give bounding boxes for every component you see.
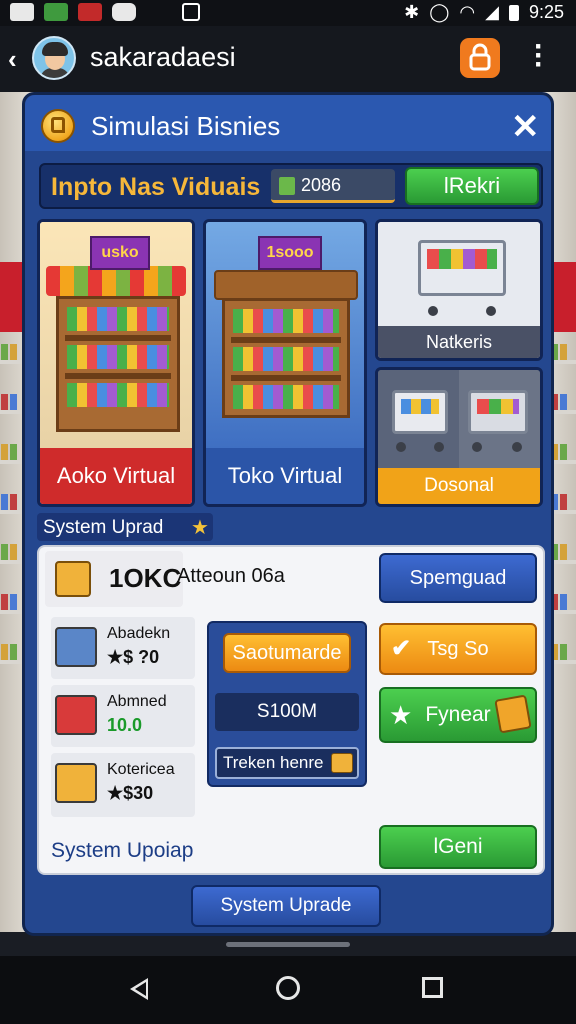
inventory-value: 1OKC [109,563,182,593]
item-name: Kotericea [107,761,175,778]
task-label: Tsg So [427,638,489,660]
item-name: Abmned [107,693,167,710]
list-item[interactable]: Abmned 10.0 [51,685,195,747]
inventory-desc: Atteoun 06a [177,565,285,587]
app-icon [78,3,102,21]
cart-image [378,222,540,328]
finance-button[interactable]: ★ Fynear [379,687,537,743]
check-icon: ✔ [391,635,412,662]
store-sign: 1sooo [258,236,322,270]
bluetooth-icon: ✱ [404,2,420,22]
personal-label: Dosonal [378,468,540,504]
revenue-value: S100M [215,693,359,731]
store-stall-image: 1sooo [206,222,364,448]
nav-home-icon[interactable] [276,976,300,1000]
system-tag-label: System Uprad [43,517,164,538]
markets-tile[interactable]: Natkeris [375,219,543,361]
box-icon [55,561,91,597]
list-item[interactable]: Abadekn ★$ ?0 [51,617,195,679]
carts-image [378,370,540,474]
store-tile-2[interactable]: 1sooo Toko Virtual [203,219,367,507]
inventory-summary: 1OKC [45,551,183,607]
business-sim-panel: Simulasi Bisnies ✕ Inpto Nas Viduais 208… [22,92,554,936]
box-icon [494,694,532,734]
info-strip: Inpto Nas Viduais 2086 lRekri [39,163,543,209]
upgrade-card: 1OKC Atteoun 06a Abadekn ★$ ?0 Abmned 10… [37,545,545,875]
status-bar: ✱ ◯ ◠ ◢ 9:25 [0,0,576,26]
system-update-label: System Upoiap [51,839,194,862]
signal-icon: ◢ [485,2,499,22]
strip-title: Inpto Nas Viduais [51,173,261,201]
lock-icon [182,3,200,21]
upgrade-button[interactable]: Spemguad [379,553,537,603]
nav-recents-icon[interactable] [422,977,443,998]
box-icon [55,627,97,667]
system-upgrade-tag: System Uprad ★ [37,513,213,541]
finance-label: Fynear [425,703,491,726]
coin-icon [41,109,75,143]
wifi-icon: ◠ [459,2,476,22]
recruit-button[interactable]: lRekri [405,167,539,205]
gesture-handle[interactable] [226,942,350,947]
lock-icon [469,43,491,71]
tracker-label: Treken henre [223,753,324,772]
list-item[interactable]: Kotericea ★$30 [51,753,195,817]
customers-button[interactable]: Saotumarde [223,633,351,673]
balance-display: 2086 [271,169,395,203]
clock: 9:25 [528,2,564,22]
store-sign-right [552,262,576,332]
lock-button[interactable] [460,38,500,78]
app-bar: ‹ sakaradaesi · · · [0,26,576,92]
store-sign: usko [90,236,150,270]
item-value: ★$ ?0 [107,647,160,667]
store-label: Toko Virtual [206,448,364,504]
item-value: 10.0 [107,715,143,735]
more-vert-icon[interactable]: · · · [534,32,544,80]
store-stall-image: usko [40,222,192,448]
item-value: ★$30 [107,783,154,803]
nav-bar [0,956,576,1024]
money-icon [279,177,295,195]
store-tile-1[interactable]: usko Aoko Virtual [37,219,195,507]
store-sign-left [0,262,24,332]
box-icon [331,753,353,773]
box-icon [55,763,97,803]
notification-icon [10,3,34,21]
balance-value: 2086 [301,175,342,195]
alarm-icon: ◯ [429,2,450,22]
system-upgrade-button[interactable]: System Uprade [191,885,381,927]
avatar[interactable] [32,36,76,80]
star-icon: ★ [191,517,209,539]
star-icon: ★ [389,700,413,730]
store-label: Aoko Virtual [40,448,192,504]
chat-icon [112,3,136,21]
customer-panel: Saotumarde S100M Treken henre [207,621,367,787]
box-icon [55,695,97,735]
photo-icon [44,3,68,21]
task-button[interactable]: ✔ Tsg So [379,623,537,675]
login-button[interactable]: lGeni [379,825,537,869]
markets-label: Natkeris [378,326,540,358]
tracker-chip[interactable]: Treken henre [215,747,359,779]
panel-title: Simulasi Bisnies [91,111,281,141]
battery-icon [508,4,519,21]
panel-header: Simulasi Bisnies ✕ [25,95,551,151]
back-arrow-icon[interactable]: ‹ [8,44,17,75]
close-button[interactable]: ✕ [511,107,540,147]
chat-title: sakaradaesi [90,42,236,72]
personal-tile[interactable]: Dosonal [375,367,543,507]
item-name: Abadekn [107,625,171,642]
